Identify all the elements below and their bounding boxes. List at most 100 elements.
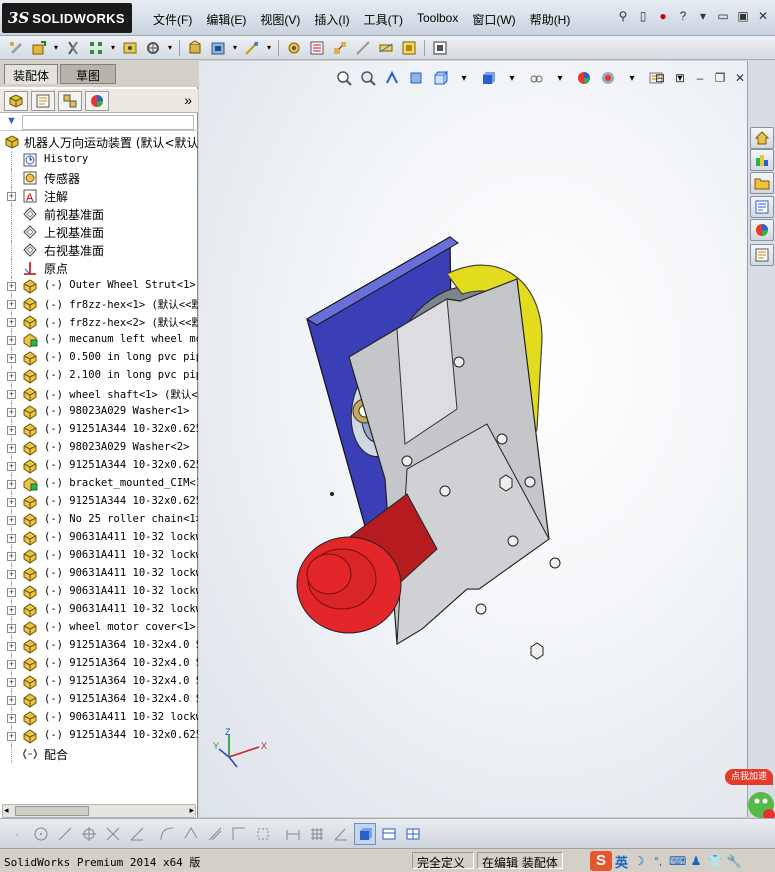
tree-item[interactable]: + (-) No 25 roller chain<1> — [0, 511, 198, 529]
pin-icon[interactable]: ⚲ — [615, 8, 631, 24]
expand-icon[interactable]: + — [7, 516, 16, 525]
tree-item[interactable]: + (-) 91251A344 10-32x0.625 — [0, 457, 198, 475]
expand-icon[interactable]: + — [7, 192, 16, 201]
edit-component-icon[interactable] — [6, 39, 26, 57]
skin-icon[interactable]: 👕 — [707, 853, 723, 869]
tree-item[interactable]: + (-) fr8zz-hex<1> (默认<<默 — [0, 295, 198, 313]
tree-item[interactable]: + (-) 90631A411 10-32 lockwa — [0, 547, 198, 565]
display-style-shaded-icon[interactable] — [354, 822, 376, 845]
new-document-icon[interactable]: ▯ — [635, 8, 651, 24]
tree-root[interactable]: 机器人万向运动装置 (默认<默认 — [0, 133, 198, 151]
tree-item[interactable]: + (-) 90631A411 10-32 lockwa — [0, 529, 198, 547]
design-library-icon[interactable] — [750, 149, 774, 171]
close-icon[interactable]: ✕ — [733, 71, 747, 85]
tree-item[interactable]: + (-) 91251A344 10-32x0.625 — [0, 727, 198, 745]
tree-item[interactable]: + (-) 90631A411 10-32 lockwa — [0, 601, 198, 619]
expand-icon[interactable]: + — [7, 732, 16, 741]
insert-component-icon[interactable] — [29, 39, 49, 57]
tree-item[interactable]: + (-) fr8zz-hex<2> (默认<<默 — [0, 313, 198, 331]
display-manager-icon[interactable] — [85, 90, 109, 111]
chevron-down-icon[interactable]: ▾ — [166, 39, 174, 57]
restore-icon[interactable]: ❐ — [713, 71, 727, 85]
configuration-manager-icon[interactable] — [58, 90, 82, 111]
expand-icon[interactable]: + — [7, 372, 16, 381]
view-layout-icon[interactable] — [378, 823, 400, 845]
fillet-icon[interactable] — [156, 823, 178, 845]
centerpoint-rectangle-icon[interactable] — [252, 823, 274, 845]
new-motion-study-icon[interactable] — [284, 39, 304, 57]
custom-properties-icon[interactable] — [750, 244, 774, 266]
tree-item[interactable]: + (-) mecanum left wheel mod — [0, 331, 198, 349]
zoom-to-fit-icon[interactable] — [334, 69, 354, 87]
file-explorer-icon[interactable] — [750, 172, 774, 194]
mate-icon[interactable] — [63, 39, 83, 57]
chevron-down-icon[interactable]: ▾ — [52, 39, 60, 57]
explode-line-sketch-icon[interactable] — [353, 39, 373, 57]
tree-item[interactable]: + (-) 2.100 in long pvc pipe — [0, 367, 198, 385]
chevron-down-icon[interactable]: ▾ — [695, 8, 711, 24]
graphics-area[interactable]: ▾ ▾ ▾ ▾ ▾ ⊟ ⊡ – ❐ ✕ X Y Z — [199, 61, 747, 817]
tree-item[interactable]: 前视基准面 — [0, 205, 198, 223]
tree-item[interactable]: + (-) 90631A411 10-32 lockwa — [0, 565, 198, 583]
tree-item[interactable]: 原点 — [0, 259, 198, 277]
expand-icon[interactable]: + — [7, 282, 16, 291]
minimize-icon[interactable]: ▭ — [715, 8, 731, 24]
tile-horizontal-icon[interactable]: ⊟ — [653, 71, 667, 85]
sogou-ime-icon[interactable]: S — [590, 851, 612, 871]
menu-file[interactable]: 文件(F) — [146, 11, 199, 28]
expand-icon[interactable]: + — [7, 588, 16, 597]
expand-icon[interactable]: + — [7, 552, 16, 561]
display-style-icon[interactable] — [478, 69, 498, 87]
minimize-icon[interactable]: – — [693, 71, 707, 85]
extend-icon[interactable] — [126, 823, 148, 845]
circle-icon[interactable] — [30, 823, 52, 845]
tree-item[interactable]: + (-) 91251A344 10-32x0.625 — [0, 421, 198, 439]
trim-icon[interactable] — [102, 823, 124, 845]
expand-icon[interactable]: + — [7, 426, 16, 435]
solidworks-logo[interactable]: 3S SOLIDWORKS — [2, 3, 132, 33]
tree-item[interactable]: + (-) 91251A344 10-32x0.625 — [0, 493, 198, 511]
tree-item[interactable]: + (-) 98023A029 Washer<2> ( — [0, 439, 198, 457]
tree-item[interactable]: + (-) 91251A364 10-32x4.0 SH — [0, 673, 198, 691]
line-icon[interactable] — [54, 823, 76, 845]
apply-scene-icon[interactable] — [598, 69, 618, 87]
tree-item[interactable]: History — [0, 151, 198, 169]
polygon-icon[interactable] — [78, 823, 100, 845]
solidworks-resources-icon[interactable] — [750, 127, 774, 149]
expand-icon[interactable]: + — [7, 444, 16, 453]
expand-icon[interactable]: + — [7, 318, 16, 327]
tools-icon[interactable]: 🔧 — [726, 853, 742, 869]
move-component-icon[interactable] — [143, 39, 163, 57]
scroll-right-icon[interactable]: ▸ — [189, 805, 194, 816]
assembly-model[interactable] — [287, 229, 647, 669]
horizontal-scrollbar[interactable]: ◂ ▸ — [2, 804, 196, 818]
chevron-down-icon[interactable]: ▾ — [550, 69, 570, 87]
zoom-to-area-icon[interactable] — [358, 69, 378, 87]
tree-item[interactable]: 配合 — [0, 745, 198, 763]
assembly-features-icon[interactable] — [208, 39, 228, 57]
offset-icon[interactable] — [204, 823, 226, 845]
tree-item[interactable]: + (-) wheel shaft<1> (默认< — [0, 385, 198, 403]
hide-show-items-icon[interactable] — [526, 69, 546, 87]
smart-fasteners-icon[interactable] — [120, 39, 140, 57]
help-icon[interactable]: ? — [675, 8, 691, 24]
half-width-icon[interactable]: ☽ — [631, 853, 647, 869]
tree-item[interactable]: + (-) 91251A364 10-32x4.0 SH — [0, 691, 198, 709]
speed-up-badge[interactable]: 点我加速 — [725, 769, 773, 785]
restore-icon[interactable]: ▣ — [735, 8, 751, 24]
scroll-left-icon[interactable]: ◂ — [4, 805, 9, 816]
expand-icon[interactable]: + — [7, 678, 16, 687]
expand-icon[interactable]: + — [7, 354, 16, 363]
close-icon[interactable]: ✕ — [755, 8, 771, 24]
corner-rectangle-icon[interactable] — [228, 823, 250, 845]
tree-item[interactable]: 传感器 — [0, 169, 198, 187]
tab-assembly[interactable]: 装配体 — [4, 64, 59, 84]
menu-edit[interactable]: 编辑(E) — [199, 11, 253, 28]
scroll-thumb[interactable] — [15, 806, 89, 816]
expand-icon[interactable]: + — [7, 336, 16, 345]
expand-icon[interactable]: + — [7, 660, 16, 669]
view-orientation-icon[interactable] — [430, 69, 450, 87]
large-assembly-mode-icon[interactable] — [399, 39, 419, 57]
expand-icon[interactable]: + — [7, 570, 16, 579]
keyboard-icon[interactable]: ⌨ — [669, 853, 686, 869]
